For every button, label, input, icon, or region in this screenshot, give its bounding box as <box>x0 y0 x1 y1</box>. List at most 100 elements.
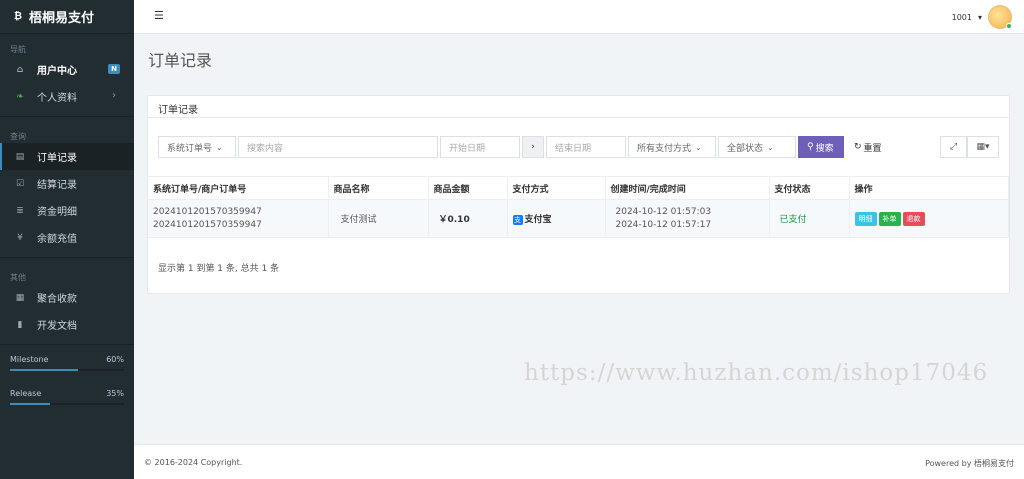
sidebar-item-label: 资金明细 <box>37 207 77 218</box>
footer: © 2016-2024 Copyright. Powered by 梧桐易支付 <box>134 444 1024 479</box>
order-type-select[interactable]: 系统订单号 ⌄ <box>158 136 236 158</box>
status-select[interactable]: 全部状态 ⌄ <box>718 136 796 158</box>
col-pay-method[interactable]: 支付方式 <box>507 176 606 200</box>
new-badge: N <box>108 64 120 74</box>
caret-down-icon: ▾ <box>977 12 982 22</box>
top-header: ☰ 1001 ▾ <box>134 0 1024 34</box>
status-badge: 已支付 <box>769 199 850 238</box>
refund-button[interactable]: 退款 <box>902 211 925 226</box>
copyright: © 2016-2024 Copyright. <box>144 458 243 467</box>
book-icon: ▮ <box>17 319 23 330</box>
columns-icon[interactable]: ▦▾ <box>967 136 999 158</box>
order-no: 2024101201570359947 <box>153 206 262 217</box>
table-tools: ⤢ ▦▾ <box>940 136 999 158</box>
select-value: 系统订单号 <box>167 143 213 154</box>
panel-title: 订单记录 <box>148 96 1009 118</box>
fullscreen-icon[interactable]: ⤢ <box>940 136 967 158</box>
select-value: 全部状态 <box>727 143 764 154</box>
sidebar-item-orders[interactable]: ▤ 订单记录 <box>0 143 134 170</box>
search-icon: ⚲ <box>807 142 814 152</box>
end-date-input[interactable]: 结束日期 <box>546 136 626 158</box>
sidebar-item-label: 开发文档 <box>37 321 77 332</box>
yen-icon: ¥ <box>17 232 23 243</box>
cell-amount: ￥0.10 <box>428 199 508 238</box>
select-value: 所有支付方式 <box>637 143 692 154</box>
sidebar-item-profile[interactable]: ❧ 个人资料 › <box>0 83 134 110</box>
leaf-icon: ❧ <box>16 91 24 102</box>
detail-button[interactable]: 明细 <box>854 211 877 226</box>
progress-release: Release 35% <box>0 389 134 405</box>
sidebar-item-label: 订单记录 <box>37 153 77 164</box>
sidebar-item-recharge[interactable]: ¥ 余额充值 <box>0 224 134 251</box>
sidebar-item-label: 个人资料 <box>37 93 77 104</box>
sidebar-item-settlement[interactable]: ☑ 结算记录 <box>0 170 134 197</box>
sidebar-item-user-center[interactable]: ⌂ 用户中心 N <box>0 56 134 83</box>
progress-fill <box>10 369 79 371</box>
cell-order-no: 2024101201570359947 2024101201570359947 <box>148 199 329 238</box>
col-order-no[interactable]: 系统订单号/商户订单号 <box>148 176 329 200</box>
powered-by: Powered by 梧桐易支付 <box>925 459 1014 468</box>
chevron-down-icon: ⌄ <box>216 142 223 152</box>
bars-icon: ≣ <box>16 205 24 216</box>
progress-percent: 60% <box>106 355 124 364</box>
divider <box>0 344 134 345</box>
section-other-heading: 其他 <box>10 273 26 282</box>
chevron-right-icon: › <box>112 90 116 101</box>
start-date-input[interactable]: 开始日期 <box>440 136 520 158</box>
sidebar-item-aggregate[interactable]: ▦ 聚合收款 <box>0 284 134 311</box>
col-amount[interactable]: 商品金额 <box>428 176 508 200</box>
home-icon: ⌂ <box>16 64 24 75</box>
list-icon: ▤ <box>15 151 25 162</box>
col-actions[interactable]: 操作 <box>849 176 1009 200</box>
search-button[interactable]: ⚲ 搜索 <box>798 136 844 158</box>
table-row: 2024101201570359947 2024101201570359947 … <box>148 199 1009 238</box>
section-nav-heading: 导航 <box>10 45 26 54</box>
orders-table: 系统订单号/商户订单号 商品名称 商品金额 支付方式 创建时间/完成时间 支付状… <box>148 176 1009 238</box>
bitcoin-icon: ₿ <box>13 11 23 22</box>
pay-method-label: 支付宝 <box>524 215 552 225</box>
section-query-heading: 查询 <box>10 132 26 141</box>
brand[interactable]: ₿ 梧桐易支付 <box>0 0 134 34</box>
cell-time: 2024-10-12 01:57:03 2024-10-12 01:57:17 <box>605 199 770 238</box>
filter-bar: 系统订单号 ⌄ 搜索内容 开始日期 › 结束日期 所有支付方式 ⌄ 全部状态 ⌄ ⚲ 搜… <box>158 136 892 158</box>
chevron-down-icon: ⌄ <box>695 142 702 152</box>
merchant-order-no: 2024101201570359947 <box>153 219 262 230</box>
pagination-summary: 显示第 1 到第 1 条, 总共 1 条 <box>158 264 280 274</box>
sidebar-item-docs[interactable]: ▮ 开发文档 <box>0 311 134 338</box>
sidebar-item-funds[interactable]: ≣ 资金明细 <box>0 197 134 224</box>
finished-time: 2024-10-12 01:57:17 <box>615 219 712 230</box>
sidebar-item-label: 结算记录 <box>37 180 77 191</box>
menu-toggle-icon[interactable]: ☰ <box>154 10 164 21</box>
search-button-label: 搜索 <box>815 143 834 154</box>
reset-button-label: 重置 <box>863 143 882 154</box>
progress-percent: 35% <box>106 389 124 398</box>
main-content: 订单记录 订单记录 系统订单号 ⌄ 搜索内容 开始日期 › 结束日期 所有支付方式… <box>134 35 1024 444</box>
col-time[interactable]: 创建时间/完成时间 <box>605 176 770 200</box>
orders-panel: 订单记录 系统订单号 ⌄ 搜索内容 开始日期 › 结束日期 所有支付方式 ⌄ 全部状… <box>147 95 1010 294</box>
user-menu[interactable]: 1001 ▾ <box>952 5 1012 29</box>
page-title: 订单记录 <box>148 51 213 70</box>
pay-method-select[interactable]: 所有支付方式 ⌄ <box>628 136 716 158</box>
cell-pay-method: 支支付宝 <box>507 199 606 238</box>
table-header-row: 系统订单号/商户订单号 商品名称 商品金额 支付方式 创建时间/完成时间 支付状… <box>148 176 1009 200</box>
avatar[interactable] <box>988 5 1012 29</box>
cell-product: 支付测试 <box>328 199 429 238</box>
online-status-dot <box>1006 23 1012 29</box>
sidebar-item-label: 用户中心 <box>37 66 77 77</box>
watermark: https://www.huzhan.com/ishop17046 <box>524 360 989 386</box>
sidebar: ₿ 梧桐易支付 导航 ⌂ 用户中心 N ❧ 个人资料 › 查询 ▤ 订单记录 ☑… <box>0 0 134 479</box>
cell-actions: 明细 补单 退款 <box>849 199 1009 238</box>
progress-label: Release <box>10 389 42 398</box>
col-product[interactable]: 商品名称 <box>328 176 429 200</box>
progress-label: Milestone <box>10 355 49 364</box>
created-time: 2024-10-12 01:57:03 <box>615 206 712 217</box>
refresh-icon: ↻ <box>854 142 862 152</box>
col-status[interactable]: 支付状态 <box>769 176 850 200</box>
search-input[interactable]: 搜索内容 <box>238 136 438 158</box>
date-arrow-icon: › <box>522 136 544 158</box>
reissue-button[interactable]: 补单 <box>878 211 901 226</box>
reset-button[interactable]: ↻ 重置 <box>846 136 892 158</box>
alipay-icon: 支 <box>512 215 523 225</box>
qrcode-icon: ▦ <box>15 292 25 303</box>
divider <box>0 257 134 258</box>
